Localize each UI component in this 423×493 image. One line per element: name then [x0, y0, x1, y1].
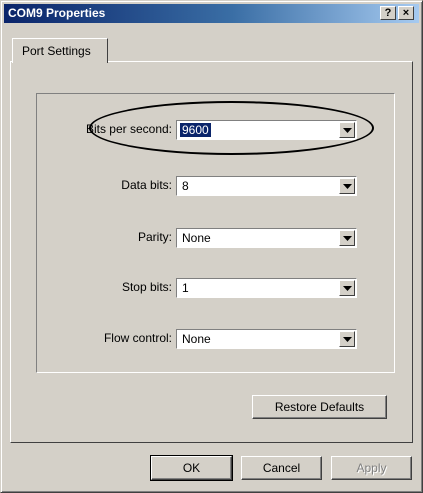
data-bits-label: Data bits:: [121, 178, 172, 192]
chevron-down-icon: [343, 128, 352, 133]
flow-control-value: None: [182, 332, 211, 346]
chevron-down-icon: [343, 337, 352, 342]
data-bits-value: 8: [182, 179, 189, 193]
bits-per-second-dropdown-button[interactable]: [339, 122, 355, 138]
stop-bits-dropdown-button[interactable]: [339, 280, 355, 296]
ok-button[interactable]: OK: [150, 455, 233, 481]
tab-port-settings[interactable]: Port Settings: [12, 38, 108, 63]
flow-control-dropdown-button[interactable]: [339, 331, 355, 347]
parity-value: None: [182, 231, 211, 245]
window-title: COM9 Properties: [8, 6, 106, 20]
help-button[interactable]: ?: [380, 6, 396, 20]
bits-per-second-value: 9600: [180, 123, 211, 137]
bits-per-second-label: Bits per second:: [85, 122, 172, 136]
tab-label: Port Settings: [22, 44, 91, 58]
chevron-down-icon: [343, 184, 352, 189]
parity-label: Parity:: [137, 230, 172, 244]
bits-per-second-combo[interactable]: 9600: [176, 120, 357, 140]
apply-button[interactable]: Apply: [331, 456, 412, 480]
chevron-down-icon: [343, 236, 352, 241]
parity-dropdown-button[interactable]: [339, 230, 355, 246]
title-bar[interactable]: COM9 Properties ? ×: [4, 4, 419, 23]
flow-control-label: Flow control:: [103, 331, 172, 345]
cancel-button[interactable]: Cancel: [241, 456, 322, 480]
com9-properties-dialog: COM9 Properties ? × Port Settings Bits p…: [0, 0, 423, 493]
restore-defaults-button[interactable]: Restore Defaults: [252, 395, 387, 419]
stop-bits-label: Stop bits:: [121, 280, 172, 294]
stop-bits-value: 1: [182, 281, 189, 295]
close-button[interactable]: ×: [398, 6, 414, 20]
stop-bits-combo[interactable]: 1: [176, 278, 357, 298]
data-bits-combo[interactable]: 8: [176, 176, 357, 196]
chevron-down-icon: [343, 286, 352, 291]
data-bits-dropdown-button[interactable]: [339, 178, 355, 194]
parity-combo[interactable]: None: [176, 228, 357, 248]
flow-control-combo[interactable]: None: [176, 329, 357, 349]
